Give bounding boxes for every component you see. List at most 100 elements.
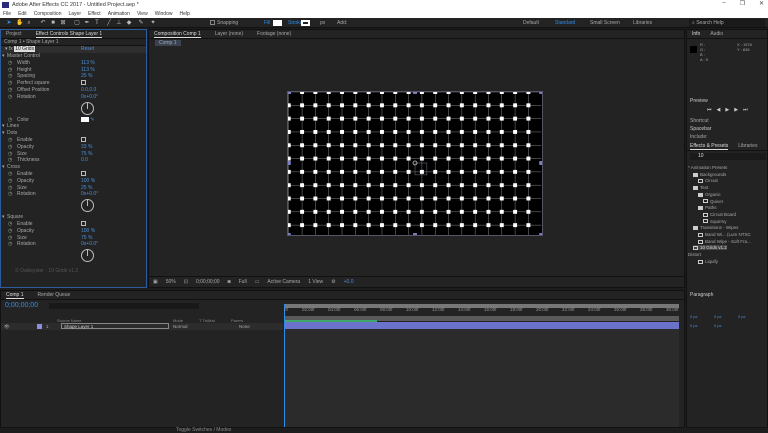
menu-edit[interactable]: Edit [18,10,27,18]
effect-name[interactable]: 10 Grids [14,46,36,52]
toggle-switches-modes[interactable]: Toggle Switches / Modes [176,427,231,433]
property-value[interactable]: 0x+0.0° [81,94,98,101]
tree-item[interactable]: 10 Grids v1.2 [693,245,727,251]
eraser-tool-icon[interactable]: ◆ [126,20,132,26]
stroke-swatch[interactable] [301,20,310,26]
indent-left-field[interactable]: 0 px [690,314,714,319]
color-swatch[interactable] [81,116,89,122]
layer-duration-bar[interactable] [284,322,679,329]
tree-item[interactable]: Circuit [698,178,718,183]
tree-item[interactable]: Text [693,185,708,190]
tree-item[interactable]: Paths [698,205,717,210]
always-preview-icon[interactable]: ▣ [153,279,158,285]
tree-item[interactable]: Liquify [698,259,718,264]
stroke-width-unit[interactable]: px [320,19,325,27]
next-frame-icon[interactable]: ▶ [734,107,738,113]
close-button[interactable]: ✕ [759,0,764,10]
region-icon[interactable]: ▭ [255,279,260,285]
pen-tool-icon[interactable]: ✒ [84,20,90,26]
tab-comp-1[interactable]: Comp 1 [6,291,24,299]
tab-effects-presets[interactable]: Effects & Presets [690,143,729,150]
layer-row[interactable]: 👁 1 Shape Layer 1 Normal None [1,323,283,330]
property-row[interactable]: ◷ Rotation 0x+0.0° [1,191,146,198]
render-icon[interactable]: ⚙ [331,279,335,285]
property-row[interactable]: ◷ Rotation 0x+0.0° [1,94,146,101]
tab-render-queue[interactable]: Render Queue [38,291,71,299]
menu-window[interactable]: Window [155,10,173,18]
comp-subtab[interactable]: Comp 1 [155,40,181,46]
shortcut-select[interactable]: Spacebar [690,126,711,132]
hand-tool-icon[interactable]: ✋ [16,20,23,26]
resolution-select[interactable]: Full [239,279,247,285]
visibility-icon[interactable]: 👁 [4,323,10,330]
tab-project[interactable]: Project [6,30,22,38]
search-help-input[interactable]: ⌕ Search Help [689,19,765,27]
tab-info[interactable]: Info [692,30,700,38]
rotate-tool-icon[interactable]: ↶ [40,20,46,26]
maximize-button[interactable]: ❐ [740,0,745,10]
menu-animation[interactable]: Animation [108,10,130,18]
layer-mode-select[interactable]: Normal [173,323,188,330]
first-frame-icon[interactable]: ⏮ [707,107,712,113]
composition-canvas[interactable] [287,91,543,236]
minimize-button[interactable]: – [722,0,725,10]
layer-name[interactable]: Shape Layer 1 [61,323,169,329]
zoom-tool-icon[interactable]: ⌕ [26,20,32,26]
tab-effect-controls[interactable]: Effect Controls Shape Layer 1 [35,30,103,38]
magnification-select[interactable]: 50% [166,279,176,285]
exposure-value[interactable]: +0.0 [344,279,354,285]
brush-tool-icon[interactable]: ╱ [106,20,112,26]
checkbox[interactable] [81,221,86,227]
eyedropper-icon[interactable]: ✎ [90,117,94,123]
space-after-field[interactable]: 0 px [714,323,738,328]
menu-help[interactable]: Help [179,10,189,18]
menu-file[interactable]: File [3,10,11,18]
workspace-small-screen[interactable]: Small Screen [590,19,620,27]
tab-footage[interactable]: Footage (none) [257,30,291,38]
tree-item[interactable]: Organic [698,192,721,197]
tree-item[interactable]: * Animation Presets [688,165,727,170]
tree-item[interactable]: Band Wi... (Lum NTSC [698,232,751,237]
layer-parent-select[interactable]: None [239,323,250,330]
last-frame-icon[interactable]: ⏭ [743,107,748,113]
disclosure-triangle-icon[interactable]: ◷ [8,241,12,248]
stamp-tool-icon[interactable]: ⊥ [116,20,122,26]
workspace-default[interactable]: Default [523,19,539,27]
checkbox[interactable] [81,171,86,177]
tree-item[interactable]: Circuit Board [703,212,736,217]
fit-icon[interactable]: ⊡ [184,279,188,285]
checkbox[interactable] [81,137,86,143]
property-value[interactable]: 0x+0.0° [81,241,98,248]
camera-tool-icon[interactable]: ■ [50,20,56,26]
workspace-standard[interactable]: Standard [555,19,575,27]
disclosure-triangle-icon[interactable]: ◷ [8,191,12,198]
rotation-dial[interactable] [81,101,94,115]
property-row[interactable]: ◷ Rotation 0x+0.0° [1,241,146,248]
tree-item[interactable]: Band Wipe - Soft Fra... [698,239,751,244]
rotation-dial[interactable] [81,199,94,213]
snapping-checkbox[interactable] [210,20,215,25]
snapshot-icon[interactable]: ◙ [228,279,231,285]
indent-right-field[interactable]: 0 px [714,314,738,319]
property-value[interactable]: 0x+0.0° [81,191,98,198]
puppet-tool-icon[interactable]: ✦ [150,20,156,26]
timecode-display[interactable]: 0;00;00;00 [196,279,220,285]
prev-frame-icon[interactable]: ◀ [717,107,721,113]
indent-first-field[interactable]: 0 px [738,314,762,319]
pan-behind-tool-icon[interactable]: ⊠ [60,20,66,26]
layer-search-input[interactable] [49,303,199,309]
fill-swatch[interactable] [273,20,282,26]
tree-item[interactable]: Transitions - Wipes [693,225,738,230]
menu-layer[interactable]: Layer [68,10,81,18]
timeline-timecode[interactable]: 0;00;00;00 [5,302,38,309]
camera-select[interactable]: Active Camera [267,279,300,285]
effects-search-input[interactable]: 10 [690,153,766,160]
tree-item[interactable]: Squirmy [703,219,727,224]
rotation-dial[interactable] [81,249,94,263]
add-label[interactable]: Add: [337,19,347,27]
reset-link[interactable]: Reset [81,46,94,53]
menu-composition[interactable]: Composition [34,10,62,18]
tree-item[interactable]: Quiver [703,199,723,204]
workspace-libraries[interactable]: Libraries [633,19,652,27]
play-icon[interactable]: ▶ [725,107,729,113]
